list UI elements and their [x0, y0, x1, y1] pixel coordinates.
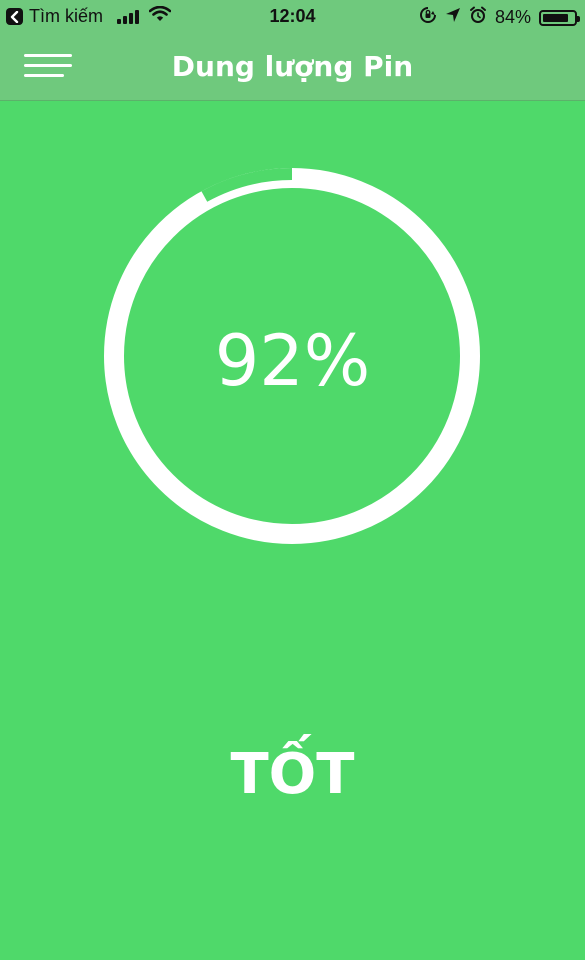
rotation-lock-icon	[419, 6, 437, 29]
status-bar: Tìm kiếm 12:04 84%	[0, 0, 585, 34]
battery-fill	[543, 13, 569, 22]
battery-status-label: TỐT	[230, 742, 355, 807]
alarm-icon	[469, 6, 487, 29]
battery-percent: 84%	[494, 7, 531, 27]
battery-icon	[539, 9, 580, 26]
battery-percentage: 92%	[214, 320, 371, 402]
nav-bar: Dung lượng Pin	[0, 34, 585, 101]
status-right: 84%	[419, 6, 580, 29]
page-title: Dung lượng Pin	[171, 50, 414, 83]
location-icon	[445, 7, 461, 28]
